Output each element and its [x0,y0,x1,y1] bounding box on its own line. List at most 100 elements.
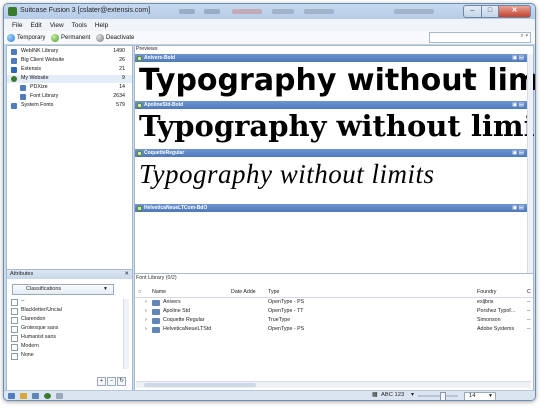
library-label: PDXize [30,84,48,90]
list-item-label: Modern [21,343,39,349]
font-name: Coquette Regular [163,317,205,323]
attributes-header: Attributes ✕ [7,270,132,279]
preview-header[interactable]: ApolineStd-Bold ▣ ▤ [135,101,527,109]
blurred-toolbar-icon [394,9,434,14]
library-label: Font Library [30,93,59,99]
preview-options-icon[interactable]: ▣ ▤ [512,102,524,108]
library-item[interactable]: System Fonts 579 [7,102,132,110]
refresh-icon[interactable]: ↻ [117,377,126,386]
search-field[interactable]: ⌕ ▾ [429,32,531,43]
globe-icon [11,76,17,82]
sync-icon[interactable] [56,393,63,399]
table-horizontal-scrollbar[interactable] [136,381,531,388]
column-header-c[interactable]: C [527,289,531,295]
globe-icon[interactable] [44,393,51,399]
font-type: TrueType [268,317,291,323]
preview-sample-text[interactable]: ABC 123 [381,392,404,398]
add-attribute-button[interactable]: + [97,377,106,386]
app-window: Suitcase Fusion 3 [cslater@extensis.com]… [3,3,536,401]
library-item[interactable]: Font Library 2634 [7,93,132,101]
slider-knob[interactable] [440,392,446,400]
attributes-scrollbar[interactable] [123,299,129,369]
library-item[interactable]: My Website 9 [7,75,132,83]
expand-icon[interactable]: › [145,308,147,314]
permanent-button[interactable]: Permanent [51,33,90,42]
deactivate-label: Deactivate [106,34,135,41]
window-controls: – □ ✕ [463,5,531,18]
chevron-down-icon[interactable]: ▼ [488,393,493,399]
remove-attribute-button[interactable]: − [107,377,116,386]
library-count: 21 [119,66,125,72]
grid-icon[interactable]: ▦ [372,392,377,398]
expand-icon[interactable]: › [145,299,147,305]
menu-file[interactable]: File [12,22,22,29]
font-active-icon [137,151,142,156]
table-row[interactable]: › Coquette Regular TrueType Simonson -- [135,317,533,325]
font-c: -- [527,299,531,305]
blurred-toolbar-icon [204,9,220,14]
preview-options-icon[interactable]: ▣ ▤ [512,205,524,211]
library-item[interactable]: WebINK Library 1490 [7,48,132,56]
toolbar: Temporary Permanent Deactivate ⌕ ▾ [4,31,535,45]
expand-icon[interactable]: › [145,317,147,323]
close-icon[interactable]: ✕ [124,271,129,277]
column-header-type[interactable]: Type [268,289,279,295]
preview-header[interactable]: CoquetteRegular ▣ ▤ [135,149,527,157]
column-header-name[interactable]: Name [152,289,166,295]
library-item[interactable]: PDXize 14 [7,84,132,92]
checkbox[interactable] [11,344,18,351]
temporary-button[interactable]: Temporary [7,33,45,42]
folder-view-icon[interactable] [32,393,39,399]
table-row[interactable]: › Anivers OpenType - PS exljbris -- [135,299,533,307]
font-foundry: Simonson [477,317,501,323]
checkbox[interactable] [11,353,18,360]
scrollbar-thumb[interactable] [144,383,256,387]
font-name: HelveticaNeueLTStd [163,326,212,332]
preview-header[interactable]: HelveticaNeueLTCom-BdO ▣ ▤ [135,204,527,212]
close-button[interactable]: ✕ [499,5,531,18]
checkbox[interactable] [11,299,18,306]
search-icon[interactable]: ⌕ ▾ [520,33,528,40]
font-name: Apoline Std [163,308,191,314]
expand-icon[interactable]: › [145,326,147,332]
checkbox[interactable] [11,308,18,315]
previews-label: Previews [136,46,158,52]
size-slider[interactable] [418,392,458,400]
blurred-toolbar-icon [272,9,294,14]
preview-options-icon[interactable]: ▣ ▤ [512,55,524,61]
classifications-dropdown[interactable]: Classifications ▼ [12,284,114,295]
attributes-panel: Attributes ✕ Classifications ▼ -- Blackl… [6,269,133,391]
menu-edit[interactable]: Edit [30,22,41,29]
set-view-icon[interactable] [20,393,27,399]
font-family-icon [152,300,160,306]
font-type: OpenType - PS [268,299,305,305]
minimize-button[interactable]: – [463,5,482,18]
permanent-label: Permanent [61,34,91,41]
preview-options-icon[interactable]: ▣ ▤ [512,150,524,156]
library-label: My Website [21,75,49,81]
menu-view[interactable]: View [50,22,64,29]
list-item-label: -- [21,298,25,304]
checkbox[interactable] [11,317,18,324]
menu-tools[interactable]: Tools [72,22,87,29]
maximize-button[interactable]: □ [482,5,499,18]
checkbox[interactable] [11,326,18,333]
chevron-down-icon[interactable]: ▾ [411,392,414,398]
preview-header[interactable]: Anivers-Bold ▣ ▤ [135,54,527,62]
column-header-foundry[interactable]: Foundry [477,289,496,295]
status-column-icon[interactable]: ○ [138,289,141,295]
size-field[interactable]: 14 ▼ [464,392,496,400]
column-header-date[interactable]: Date Adde [231,289,256,295]
preview-font-name: ApolineStd-Bold [144,102,184,108]
blurred-toolbar-icon [304,9,334,14]
previews-scrollbar[interactable] [527,54,533,273]
library-item[interactable]: Big Client Website 26 [7,57,132,65]
deactivate-button[interactable]: Deactivate [96,33,134,42]
library-item[interactable]: Extensis 21 [7,66,132,74]
menu-help[interactable]: Help [95,22,108,29]
checkbox[interactable] [11,335,18,342]
library-view-icon[interactable] [8,393,15,399]
dropdown-value: Classifications [26,286,62,292]
table-row[interactable]: › Apoline Std OpenType - TT Porshez Typo… [135,308,533,316]
table-row[interactable]: › HelveticaNeueLTStd OpenType - PS Adobe… [135,326,533,334]
